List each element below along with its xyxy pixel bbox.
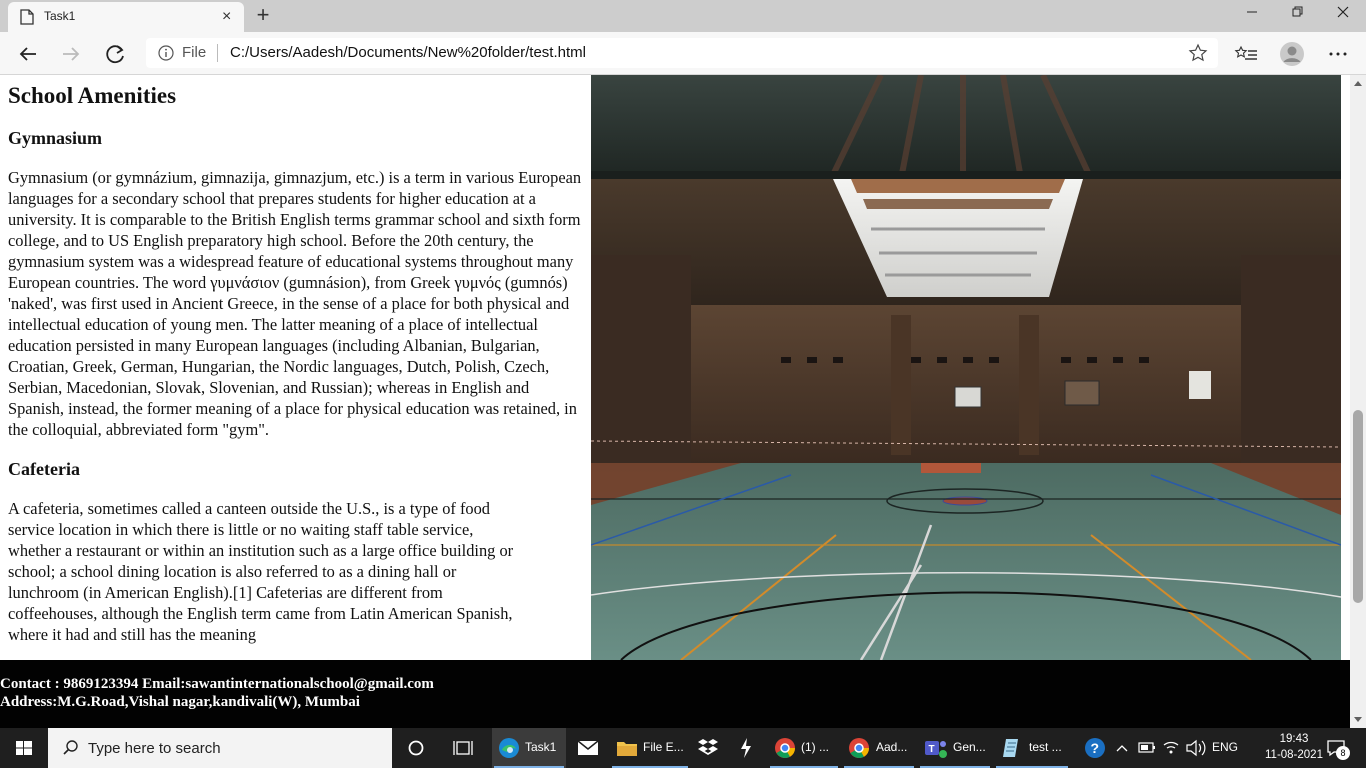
- page-icon: [20, 9, 34, 25]
- footer-contact: Contact : 9869123394 Email:sawantinterna…: [0, 676, 434, 692]
- address-bar-row: File C:/Users/Aadesh/Documents/New%20fol…: [0, 32, 1366, 75]
- taskbar-search-box[interactable]: Type here to search: [48, 728, 392, 768]
- search-placeholder: Type here to search: [88, 740, 221, 757]
- minimize-icon: [1247, 11, 1257, 13]
- tab-title: Task1: [44, 9, 76, 23]
- tab-strip: Task1 × +: [0, 0, 1366, 32]
- restore-button[interactable]: [1275, 0, 1321, 28]
- amenities-text-column: School Amenities Gymnasium Gymnasium (or…: [8, 75, 586, 660]
- lightning-icon: [741, 738, 751, 758]
- taskbar-app-label: (1) ...: [801, 740, 830, 754]
- back-arrow-icon[interactable]: [14, 40, 42, 68]
- taskbar-app-lightning[interactable]: [728, 728, 764, 768]
- close-icon: [1337, 6, 1349, 18]
- windows-taskbar: Type here to search Task1 File E... (1) …: [0, 728, 1366, 768]
- page-footer: Contact : 9869123394 Email:sawantinterna…: [0, 660, 1350, 728]
- section-body-gymnasium: Gymnasium (or gymnázium, gimnazija, gimn…: [8, 168, 582, 439]
- address-input[interactable]: File C:/Users/Aadesh/Documents/New%20fol…: [146, 38, 1218, 68]
- info-icon[interactable]: [158, 45, 174, 61]
- dropbox-icon: [698, 739, 718, 755]
- clock-date: 11-08-2021: [1265, 749, 1323, 761]
- restore-icon: [1292, 6, 1303, 17]
- taskbar-app-label: Aad...: [876, 740, 908, 754]
- taskbar-app-dropbox[interactable]: [690, 728, 726, 768]
- taskbar-app-edge[interactable]: Task1: [492, 728, 566, 768]
- edge-icon: [499, 738, 519, 758]
- taskbar-app-teams[interactable]: T Gen...: [918, 728, 992, 768]
- gymnasium-photo: [591, 75, 1341, 660]
- more-options-icon[interactable]: [1324, 40, 1352, 68]
- page-scrollbar[interactable]: [1350, 75, 1366, 728]
- svg-text:?: ?: [1091, 740, 1100, 756]
- taskbar-app-chrome-1[interactable]: (1) ...: [768, 728, 840, 768]
- scheme-label: File: [182, 44, 207, 61]
- windows-start-icon[interactable]: [0, 728, 48, 768]
- favorite-star-icon[interactable]: [1188, 43, 1208, 63]
- url-text[interactable]: C:/Users/Aadesh/Documents/New%20folder/t…: [230, 44, 586, 61]
- section-title-gymnasium: Gymnasium: [8, 128, 103, 148]
- scroll-down-arrow-icon[interactable]: [1354, 717, 1362, 722]
- taskbar-app-label: Task1: [525, 740, 557, 754]
- svg-text:T: T: [929, 744, 935, 755]
- chrome-icon: [775, 738, 796, 758]
- search-icon: [63, 740, 78, 755]
- close-tab-icon[interactable]: ×: [222, 8, 231, 26]
- new-tab-button[interactable]: +: [252, 2, 274, 28]
- language-indicator[interactable]: ENG: [1212, 740, 1238, 754]
- chrome-icon: [849, 738, 870, 758]
- section-body-cafeteria: A cafeteria, sometimes called a canteen …: [8, 499, 514, 644]
- taskbar-app-file-explorer[interactable]: File E...: [610, 728, 690, 768]
- minimize-button[interactable]: [1229, 0, 1275, 28]
- taskbar-app-chrome-2[interactable]: Aad...: [842, 728, 916, 768]
- taskbar-app-mail[interactable]: [570, 728, 606, 768]
- scroll-up-arrow-icon[interactable]: [1354, 81, 1362, 86]
- teams-icon: T: [925, 741, 947, 758]
- help-icon[interactable]: ?: [1082, 728, 1108, 768]
- action-center-button[interactable]: 8: [1322, 728, 1352, 768]
- close-window-button[interactable]: [1320, 0, 1366, 28]
- forward-arrow-icon[interactable]: [57, 40, 85, 68]
- task-view-icon[interactable]: [449, 728, 477, 768]
- wifi-icon[interactable]: [1160, 728, 1182, 768]
- refresh-icon[interactable]: [102, 40, 130, 68]
- taskbar-app-label: test ...: [1029, 740, 1062, 754]
- browser-tab[interactable]: Task1 ×: [8, 2, 244, 32]
- mail-icon: [577, 740, 599, 755]
- profile-avatar-icon[interactable]: [1278, 40, 1306, 68]
- favorites-list-icon[interactable]: [1233, 40, 1261, 68]
- notification-badge: 8: [1336, 746, 1350, 760]
- page-viewport: School Amenities Gymnasium Gymnasium (or…: [0, 75, 1350, 728]
- folder-icon: [617, 742, 637, 756]
- system-clock[interactable]: 19:43 11-08-2021: [1262, 731, 1326, 763]
- page-heading: School Amenities: [8, 83, 177, 108]
- taskbar-app-label: Gen...: [953, 740, 986, 754]
- battery-icon[interactable]: [1136, 728, 1158, 768]
- notepad-icon: [1003, 739, 1018, 757]
- divider: [217, 44, 218, 62]
- chevron-up-icon[interactable]: [1112, 728, 1132, 768]
- clock-time: 19:43: [1279, 733, 1309, 745]
- scrollbar-thumb[interactable]: [1353, 410, 1363, 603]
- cortana-icon[interactable]: [402, 728, 430, 768]
- taskbar-app-label: File E...: [643, 740, 684, 754]
- section-title-cafeteria: Cafeteria: [8, 459, 80, 479]
- footer-address: Address:M.G.Road,Vishal nagar,kandivali(…: [0, 694, 360, 710]
- volume-icon[interactable]: [1184, 728, 1208, 768]
- taskbar-app-notepad[interactable]: test ...: [994, 728, 1070, 768]
